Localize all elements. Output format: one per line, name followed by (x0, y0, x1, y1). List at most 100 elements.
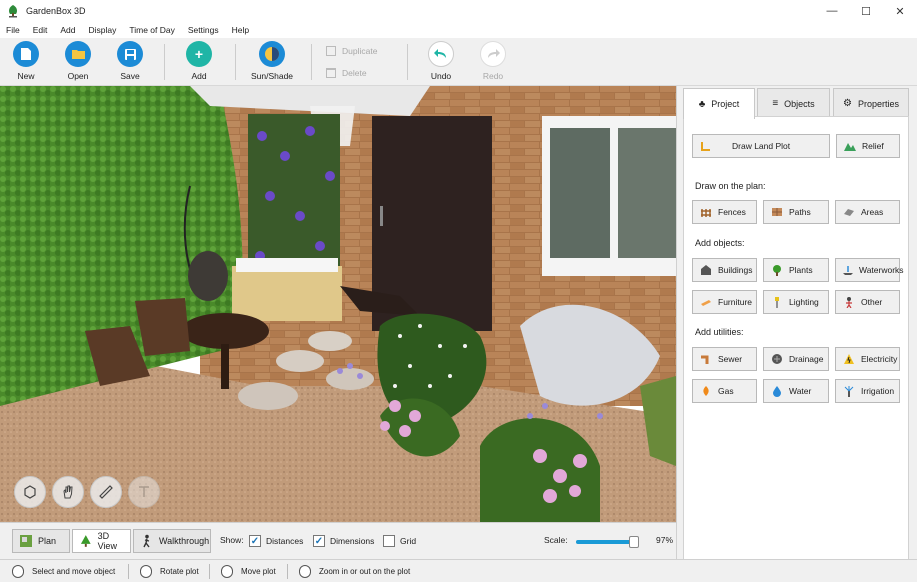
areas-icon (842, 205, 856, 219)
menu-settings[interactable]: Settings (188, 25, 219, 35)
dimensions-checkbox[interactable]: ✓ Dimensions (313, 535, 374, 547)
3d-viewport[interactable] (0, 86, 676, 522)
other-button[interactable]: Other (835, 290, 900, 314)
mouse-wheel-icon (299, 565, 311, 578)
3d-tree-icon (80, 535, 91, 547)
furniture-button[interactable]: Furniture (692, 290, 757, 314)
objects-tool-button[interactable] (14, 476, 46, 508)
status-divider (209, 564, 210, 579)
status-zoom-label: Zoom in or out on the plot (319, 567, 411, 576)
new-button[interactable]: New (4, 41, 48, 81)
menu-time-of-day[interactable]: Time of Day (129, 25, 175, 35)
layers-icon: ≡ (772, 98, 779, 109)
scale-slider-fill (576, 540, 635, 544)
delete-label: Delete (342, 68, 367, 78)
sun-shade-button[interactable]: Sun/Shade (250, 41, 294, 81)
sewer-button[interactable]: Sewer (692, 347, 757, 371)
electricity-button[interactable]: Electricity (835, 347, 900, 371)
floppy-disk-icon (117, 41, 143, 67)
areas-button[interactable]: Areas (835, 200, 900, 224)
delete-button[interactable]: Delete (326, 68, 367, 78)
open-label: Open (67, 71, 89, 81)
irrigation-button[interactable]: Irrigation (835, 379, 900, 403)
flame-icon (699, 384, 713, 398)
buildings-label: Buildings (718, 265, 753, 275)
add-utilities-heading: Add utilities: (695, 327, 744, 337)
distances-label: Distances (266, 536, 304, 546)
folder-icon (65, 41, 91, 67)
duplicate-icon (326, 46, 336, 56)
tree-icon (770, 263, 784, 277)
distances-checkbox[interactable]: ✓ Distances (249, 535, 303, 547)
plus-icon: + (186, 41, 212, 67)
menu-add[interactable]: Add (60, 25, 75, 35)
fences-button[interactable]: Fences (692, 200, 757, 224)
gas-button[interactable]: Gas (692, 379, 757, 403)
land-plot-icon (699, 139, 713, 153)
menu-help[interactable]: Help (232, 25, 249, 35)
drainage-button[interactable]: Drainage (763, 347, 829, 371)
relief-button[interactable]: Relief (836, 134, 900, 158)
tab-project-label: Project (711, 99, 740, 109)
mountain-icon (843, 139, 857, 153)
garden-scene (0, 86, 676, 522)
grid-label: Grid (400, 536, 417, 546)
app-logo-icon (9, 5, 17, 18)
close-button[interactable]: ✕ (883, 0, 917, 22)
title-bar: GardenBox 3D — ☐ ✕ (0, 0, 917, 22)
tab-project[interactable]: ♣ Project (683, 88, 755, 119)
duplicate-label: Duplicate (342, 46, 378, 56)
measure-tool-button[interactable] (90, 476, 122, 508)
sprinkler-icon (842, 384, 856, 398)
add-objects-heading: Add objects: (695, 238, 745, 248)
gear-icon: ⚙ (843, 98, 852, 109)
maximize-button[interactable]: ☐ (849, 0, 883, 22)
grid-checkbox[interactable]: Grid (383, 535, 416, 547)
scale-slider-thumb[interactable] (629, 536, 640, 548)
tab-properties[interactable]: ⚙ Properties (833, 88, 909, 118)
lighting-button[interactable]: Lighting (763, 290, 829, 314)
redo-button[interactable]: Redo (471, 41, 515, 81)
electricity-label: Electricity (861, 354, 898, 364)
3d-view-label: 3D View (97, 531, 117, 551)
show-label: Show: (220, 535, 244, 545)
menu-display[interactable]: Display (88, 25, 116, 35)
buildings-button[interactable]: Buildings (692, 258, 757, 282)
redo-icon (480, 41, 506, 67)
save-button[interactable]: Save (108, 41, 152, 81)
plants-button[interactable]: Plants (763, 258, 829, 282)
paths-label: Paths (789, 207, 811, 217)
status-select: Select and move object (12, 565, 115, 578)
undo-button[interactable]: Undo (419, 41, 463, 81)
scale-slider[interactable] (576, 536, 640, 548)
gas-label: Gas (718, 386, 734, 396)
open-button[interactable]: Open (56, 41, 100, 81)
pipe-icon (699, 352, 713, 366)
scale-value-wrap: 97% (656, 535, 673, 545)
status-rotate: Rotate plot (140, 565, 199, 578)
walkthrough-button[interactable]: Walkthrough (133, 529, 211, 553)
add-button[interactable]: + Add (177, 41, 221, 81)
paths-button[interactable]: Paths (763, 200, 829, 224)
duplicate-button[interactable]: Duplicate (326, 46, 377, 56)
draw-land-plot-button[interactable]: Draw Land Plot (692, 134, 830, 158)
menu-file[interactable]: File (6, 25, 20, 35)
undo-label: Undo (430, 71, 452, 81)
toolbar-divider (311, 44, 312, 80)
menu-edit[interactable]: Edit (33, 25, 48, 35)
fence-icon (699, 205, 713, 219)
tree-icon: ♣ (698, 98, 706, 110)
pan-tool-button[interactable] (52, 476, 84, 508)
areas-label: Areas (861, 207, 884, 217)
status-zoom: Zoom in or out on the plot (299, 565, 410, 578)
text-icon (139, 486, 149, 497)
walkthrough-label: Walkthrough (159, 536, 210, 546)
water-button[interactable]: Water (763, 379, 829, 403)
toolbar-divider (164, 44, 165, 80)
waterworks-button[interactable]: Waterworks (835, 258, 904, 282)
text-tool-button[interactable] (128, 476, 160, 508)
tab-objects[interactable]: ≡ Objects (757, 88, 830, 118)
plan-view-button[interactable]: Plan (12, 529, 70, 553)
3d-view-button[interactable]: 3D View (72, 529, 131, 553)
minimize-button[interactable]: — (815, 0, 849, 22)
